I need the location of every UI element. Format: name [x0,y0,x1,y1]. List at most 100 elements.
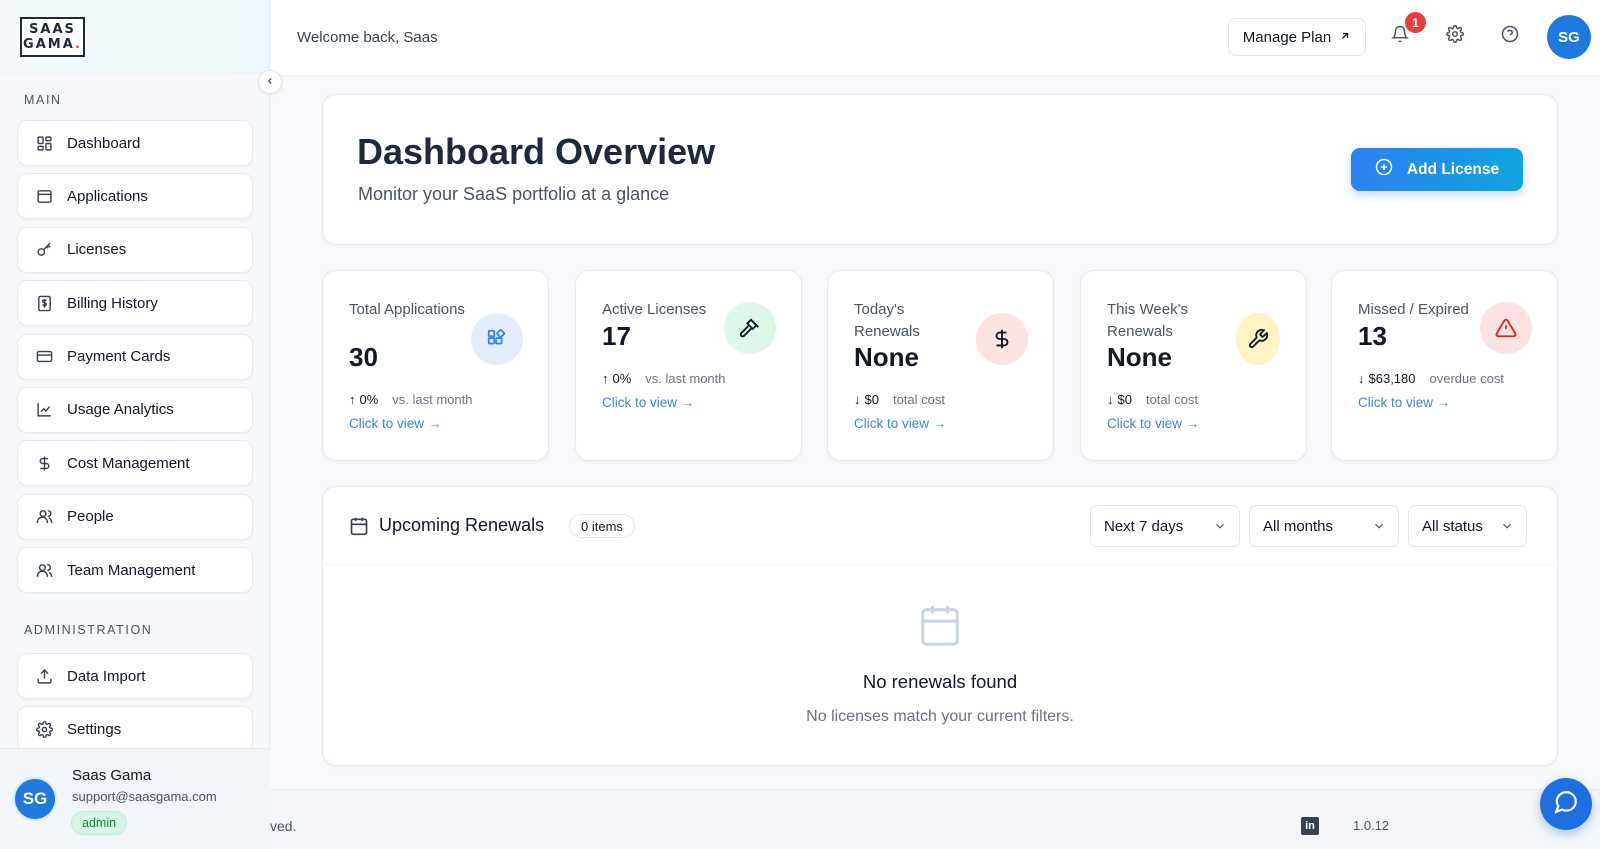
items-count-badge: 0 items [569,514,635,538]
sidebar-item-billing-history[interactable]: Billing History [17,280,253,327]
gear-icon [35,720,53,738]
click-to-view-link[interactable]: Click to view → [1358,395,1450,410]
upload-icon [35,667,53,685]
status-select[interactable]: All status [1408,505,1527,547]
stat-delta: ↑ 0% vs. last month [602,371,726,386]
help-circle-icon [1501,25,1519,48]
user-profile[interactable]: SG Saas Gama support@saasgama.com admin [0,748,270,849]
wrench-icon [1236,313,1280,365]
page-subtitle: Monitor your SaaS portfolio at a glance [358,184,670,204]
sidebar-item-data-import[interactable]: Data Import [17,653,253,699]
calendar-icon [349,516,369,536]
grid-icon [35,134,53,152]
help-button[interactable] [1499,25,1521,47]
upcoming-renewals-card: Upcoming Renewals 0 items Next 7 days Al… [322,486,1558,766]
user-icon [35,508,53,526]
sidebar-item-people[interactable]: People [17,493,253,540]
sidebar-item-applications[interactable]: Applications [17,173,253,220]
chevron-down-icon [1372,519,1386,533]
welcome-text: Welcome back, Saas [297,29,438,46]
stat-value: 13 [1358,321,1387,351]
empty-state-title: No renewals found [862,671,1018,692]
settings-button[interactable] [1444,24,1466,48]
renewals-header: Upcoming Renewals 0 items Next 7 days Al… [323,487,1557,565]
stat-card-missed-expired[interactable]: Missed / Expired 13 ↓ $63,180 overdue cost… [1331,270,1558,461]
user-email: support@saasgama.com [72,789,217,804]
main-section-title: MAIN [24,93,62,107]
sidebar-item-usage-analytics[interactable]: Usage Analytics [17,386,253,433]
stat-card-todays-renewals[interactable]: Today's Renewals None ↓ $0 total cost Clic… [827,270,1054,461]
sidebar-item-label: Billing History [67,294,158,312]
add-license-label: Add License [1406,160,1500,178]
collapse-sidebar-button[interactable] [258,70,282,94]
sidebar-item-label: Licenses [67,241,127,259]
stat-value: 30 [349,342,378,372]
plus-circle-icon [1375,158,1393,181]
admin-nav: Data Import Settings [17,653,253,760]
gavel-icon [724,302,776,354]
receipt-icon [35,294,53,312]
stat-card-active-licenses[interactable]: Active Licenses 17 ↑ 0% vs. last month Cli… [575,270,802,461]
window-icon [35,187,53,205]
click-to-view-link[interactable]: Click to view → [349,416,441,431]
dashboard-overview-card: Dashboard Overview Monitor your SaaS por… [322,94,1558,245]
sidebar-item-dashboard[interactable]: Dashboard [17,120,253,166]
gear-icon [1446,24,1464,48]
top-header: Welcome back, Saas Manage Plan 1 SG [270,0,1600,76]
sidebar-item-settings[interactable]: Settings [17,706,253,753]
click-to-view-link[interactable]: Click to view → [602,395,694,410]
status-select-value: All status [1422,517,1483,535]
stat-delta: ↓ $63,180 overdue cost [1358,371,1504,386]
logo-area: SAAS GAMA. [0,0,269,74]
sidebar-item-label: Data Import [67,667,146,685]
sidebar-item-label: People [67,508,114,526]
chevron-down-icon [1500,519,1514,533]
dollar-icon [976,313,1028,365]
sidebar-item-licenses[interactable]: Licenses [17,226,253,273]
apps-icon [471,313,523,365]
click-to-view-link[interactable]: Click to view → [854,416,946,431]
period-select-value: Next 7 days [1104,517,1184,535]
page-title: Dashboard Overview [357,131,716,172]
sidebar-item-payment-cards[interactable]: Payment Cards [17,333,253,380]
click-to-view-link[interactable]: Click to view → [1107,416,1199,431]
sidebar-item-label: Settings [67,720,122,738]
manage-plan-button[interactable]: Manage Plan [1228,18,1366,56]
stat-delta: ↓ $0 total cost [1107,392,1198,407]
stat-label: Total Applications [349,301,465,318]
sidebar-item-label: Usage Analytics [67,401,174,419]
sidebar-item-team-management[interactable]: Team Management [17,547,253,594]
renewals-title: Upcoming Renewals [379,515,545,535]
stat-value: None [1107,342,1172,372]
footer-copyright: ved. [270,818,297,834]
line-chart-icon [35,401,53,419]
footer: ved. in 1.0.12 [270,789,1600,849]
month-select-value: All months [1263,517,1334,535]
stat-label: Today's Renewals [854,301,920,340]
stat-label: Active Licenses [602,301,707,318]
stat-label: This Week's Renewals [1107,301,1188,340]
stat-card-this-weeks-renewals[interactable]: This Week's Renewals None ↓ $0 total cost … [1080,270,1307,461]
avatar: SG [13,777,57,821]
linkedin-icon[interactable]: in [1301,817,1319,835]
chat-support-button[interactable] [1540,778,1592,830]
sidebar: SAAS GAMA. MAIN Dashboard Applications L… [0,0,270,849]
month-select[interactable]: All months [1249,505,1399,547]
saasgama-logo[interactable]: SAAS GAMA. [20,17,85,57]
app-version: 1.0.12 [1353,818,1390,833]
stat-delta: ↑ 0% vs. last month [349,392,473,407]
sidebar-item-cost-management[interactable]: Cost Management [17,440,253,487]
warning-icon [1480,302,1532,354]
users-icon [35,561,53,579]
role-badge: admin [71,811,128,835]
dollar-icon [35,454,53,472]
stat-label: Missed / Expired [1358,301,1469,318]
stat-card-total-applications[interactable]: Total Applications 30 ↑ 0% vs. last month … [322,270,549,461]
chevron-left-icon [265,75,275,89]
avatar[interactable]: SG [1547,15,1591,59]
sidebar-item-label: Cost Management [67,454,190,472]
period-select[interactable]: Next 7 days [1090,505,1240,547]
chat-bubble-icon [1553,789,1579,820]
key-icon [35,241,53,259]
add-license-button[interactable]: Add License [1351,148,1523,191]
